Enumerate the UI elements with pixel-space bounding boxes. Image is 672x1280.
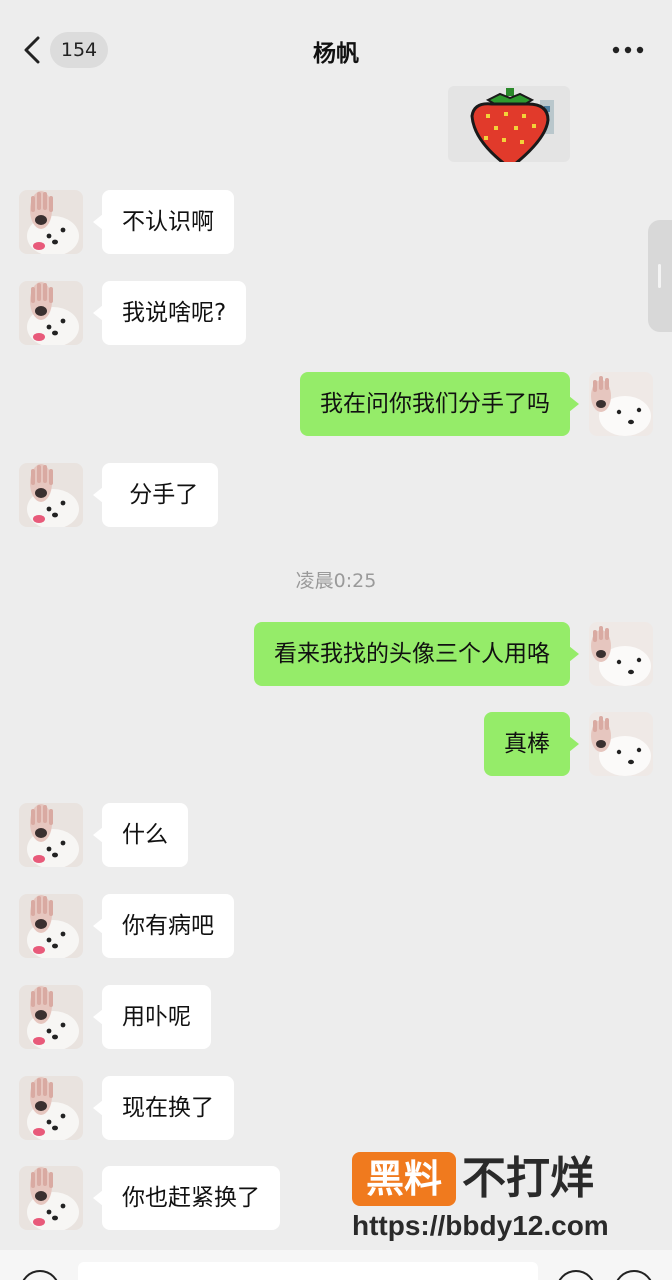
chat-title: 杨帆: [313, 41, 359, 67]
contact-avatar[interactable]: [19, 894, 83, 958]
message-timestamp: 凌晨0:25: [295, 570, 377, 592]
message-bubble-incoming[interactable]: 我说啥呢?: [92, 281, 247, 345]
my-avatar[interactable]: [589, 712, 653, 776]
contact-avatar[interactable]: [19, 803, 83, 867]
message-bubble-incoming[interactable]: 你也赶紧换了: [93, 1166, 280, 1230]
strawberry-sticker[interactable]: [448, 86, 570, 170]
message-bubble-incoming[interactable]: 不认识啊: [93, 190, 234, 254]
message-input[interactable]: [78, 1262, 538, 1280]
message-bubble-incoming[interactable]: 你有病吧: [93, 894, 234, 958]
contact-avatar[interactable]: [19, 281, 83, 345]
message-bubble-outgoing[interactable]: 看来我找的头像三个人用咯: [254, 622, 579, 686]
emoji-icon[interactable]: [556, 1270, 596, 1280]
plus-icon[interactable]: [614, 1270, 654, 1280]
floating-side-handle[interactable]: [648, 220, 672, 332]
contact-avatar[interactable]: [19, 1076, 83, 1140]
watermark-text: 不打烊: [462, 1153, 594, 1204]
chat-input-bar: [0, 1250, 672, 1280]
site-watermark: 黑料 不打烊 https://bbdy12.com: [352, 1152, 652, 1252]
message-bubble-incoming[interactable]: 什么: [93, 803, 188, 867]
watermark-url: https://bbdy12.com: [352, 1210, 609, 1241]
contact-avatar[interactable]: [19, 190, 83, 254]
message-bubble-outgoing[interactable]: 我在问你我们分手了吗: [300, 372, 579, 436]
my-avatar[interactable]: [589, 372, 653, 436]
chat-header: 154 杨帆: [0, 0, 672, 88]
message-bubble-incoming[interactable]: 用卟呢: [93, 985, 211, 1049]
voice-icon[interactable]: [20, 1270, 60, 1280]
contact-avatar[interactable]: [19, 1166, 83, 1230]
more-dots-icon[interactable]: [612, 46, 644, 54]
my-avatar[interactable]: [589, 622, 653, 686]
message-bubble-outgoing[interactable]: 真棒: [484, 712, 579, 776]
contact-avatar[interactable]: [19, 463, 83, 527]
watermark-logo-box: 黑料: [352, 1152, 456, 1206]
message-bubble-incoming[interactable]: 现在换了: [93, 1076, 234, 1140]
message-bubble-incoming[interactable]: 分手了: [92, 463, 219, 527]
contact-avatar[interactable]: [19, 985, 83, 1049]
